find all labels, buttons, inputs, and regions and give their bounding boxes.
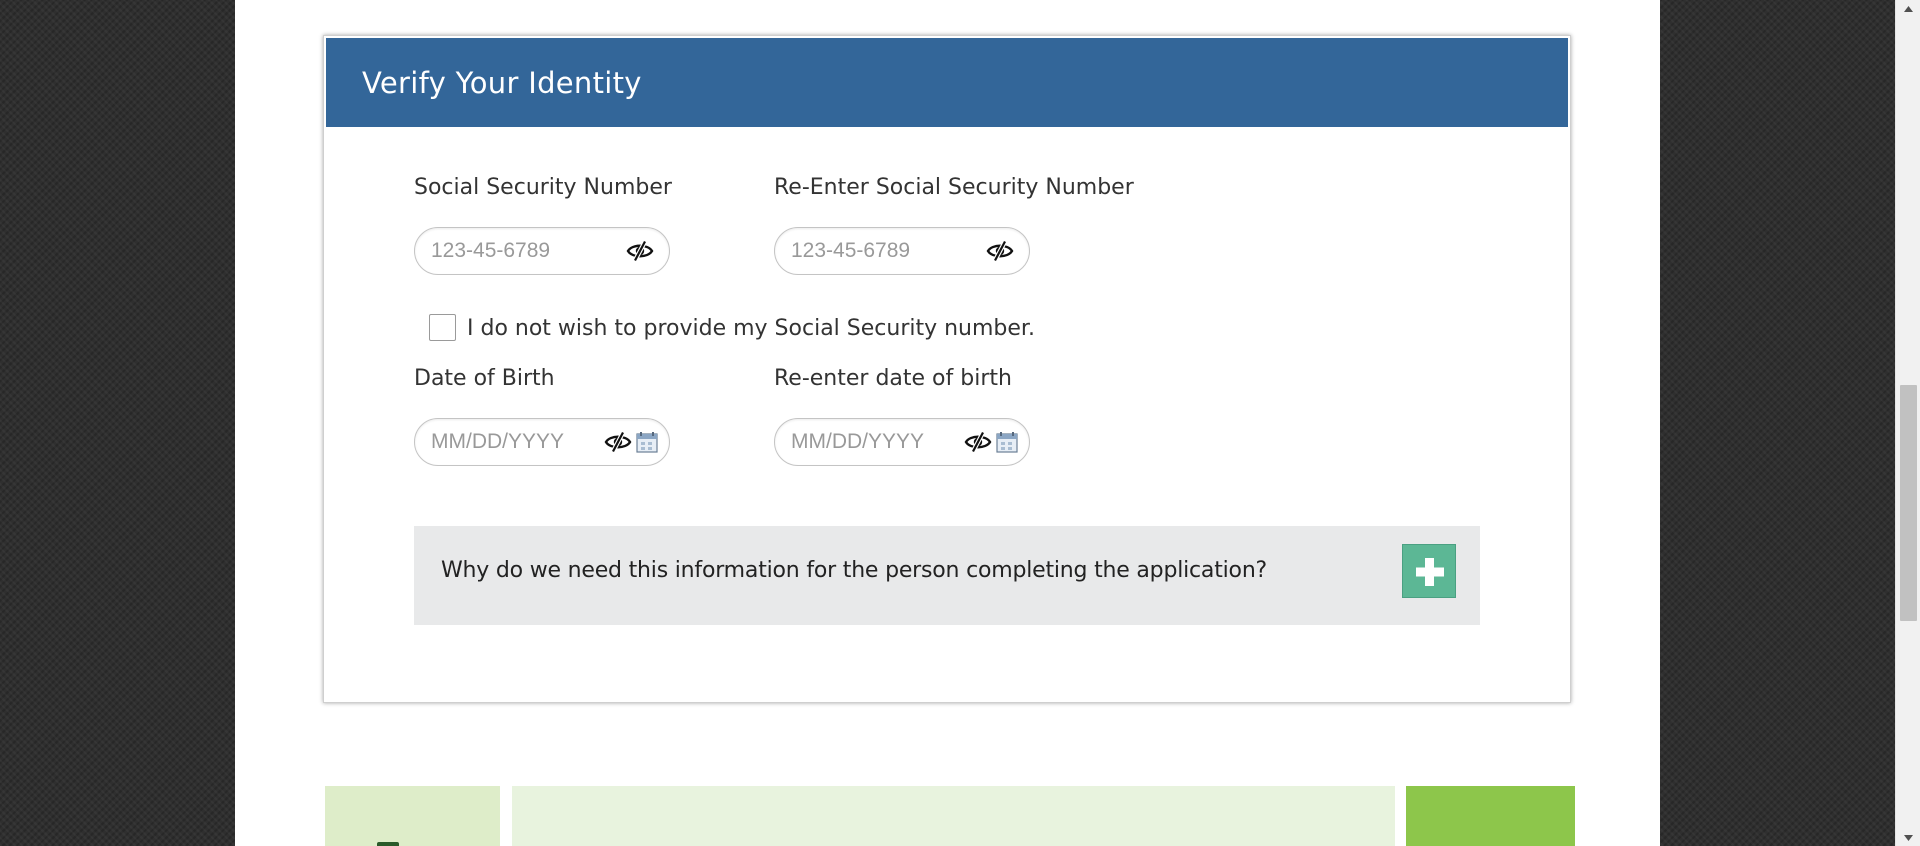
next-section-tile-middle — [512, 786, 1395, 846]
scrollbar-thumb[interactable] — [1900, 385, 1917, 621]
dob-input[interactable] — [431, 419, 581, 465]
eye-slash-icon[interactable] — [626, 240, 654, 262]
eye-slash-icon[interactable] — [964, 431, 992, 453]
no-ssn-checkbox-label[interactable]: I do not wish to provide my Social Secur… — [467, 316, 1035, 341]
card-header: Verify Your Identity — [326, 38, 1568, 127]
accordion-question[interactable]: Why do we need this information for the … — [441, 558, 1267, 583]
ssn-label: Social Security Number — [414, 175, 672, 200]
ssn-confirm-field[interactable] — [774, 227, 1030, 275]
dob-label: Date of Birth — [414, 366, 555, 391]
next-section-tile-right — [1406, 786, 1575, 846]
tile-icon-fragment — [377, 842, 399, 846]
plus-icon — [1416, 558, 1444, 586]
dob-confirm-label: Re-enter date of birth — [774, 366, 1012, 391]
ssn-confirm-label: Re-Enter Social Security Number — [774, 175, 1134, 200]
eye-slash-icon[interactable] — [604, 431, 632, 453]
dob-field[interactable] — [414, 418, 670, 466]
scroll-down-arrow-icon[interactable] — [1896, 829, 1920, 846]
no-ssn-checkbox[interactable] — [429, 314, 456, 341]
info-accordion[interactable]: Why do we need this information for the … — [414, 526, 1480, 625]
page-scrollbar[interactable] — [1895, 0, 1920, 846]
ssn-field[interactable] — [414, 227, 670, 275]
calendar-icon[interactable] — [996, 431, 1018, 453]
dob-confirm-input[interactable] — [791, 419, 941, 465]
next-section-tile-left — [325, 786, 500, 846]
ssn-confirm-input[interactable] — [791, 228, 941, 274]
calendar-icon[interactable] — [636, 431, 658, 453]
page-content-column: Verify Your Identity Social Security Num… — [235, 0, 1660, 846]
dob-confirm-field[interactable] — [774, 418, 1030, 466]
expand-button[interactable] — [1402, 544, 1456, 598]
ssn-input[interactable] — [431, 228, 581, 274]
eye-slash-icon[interactable] — [986, 240, 1014, 262]
verify-identity-card: Verify Your Identity Social Security Num… — [323, 35, 1571, 703]
scroll-up-arrow-icon[interactable] — [1896, 0, 1920, 17]
card-title: Verify Your Identity — [362, 66, 642, 100]
